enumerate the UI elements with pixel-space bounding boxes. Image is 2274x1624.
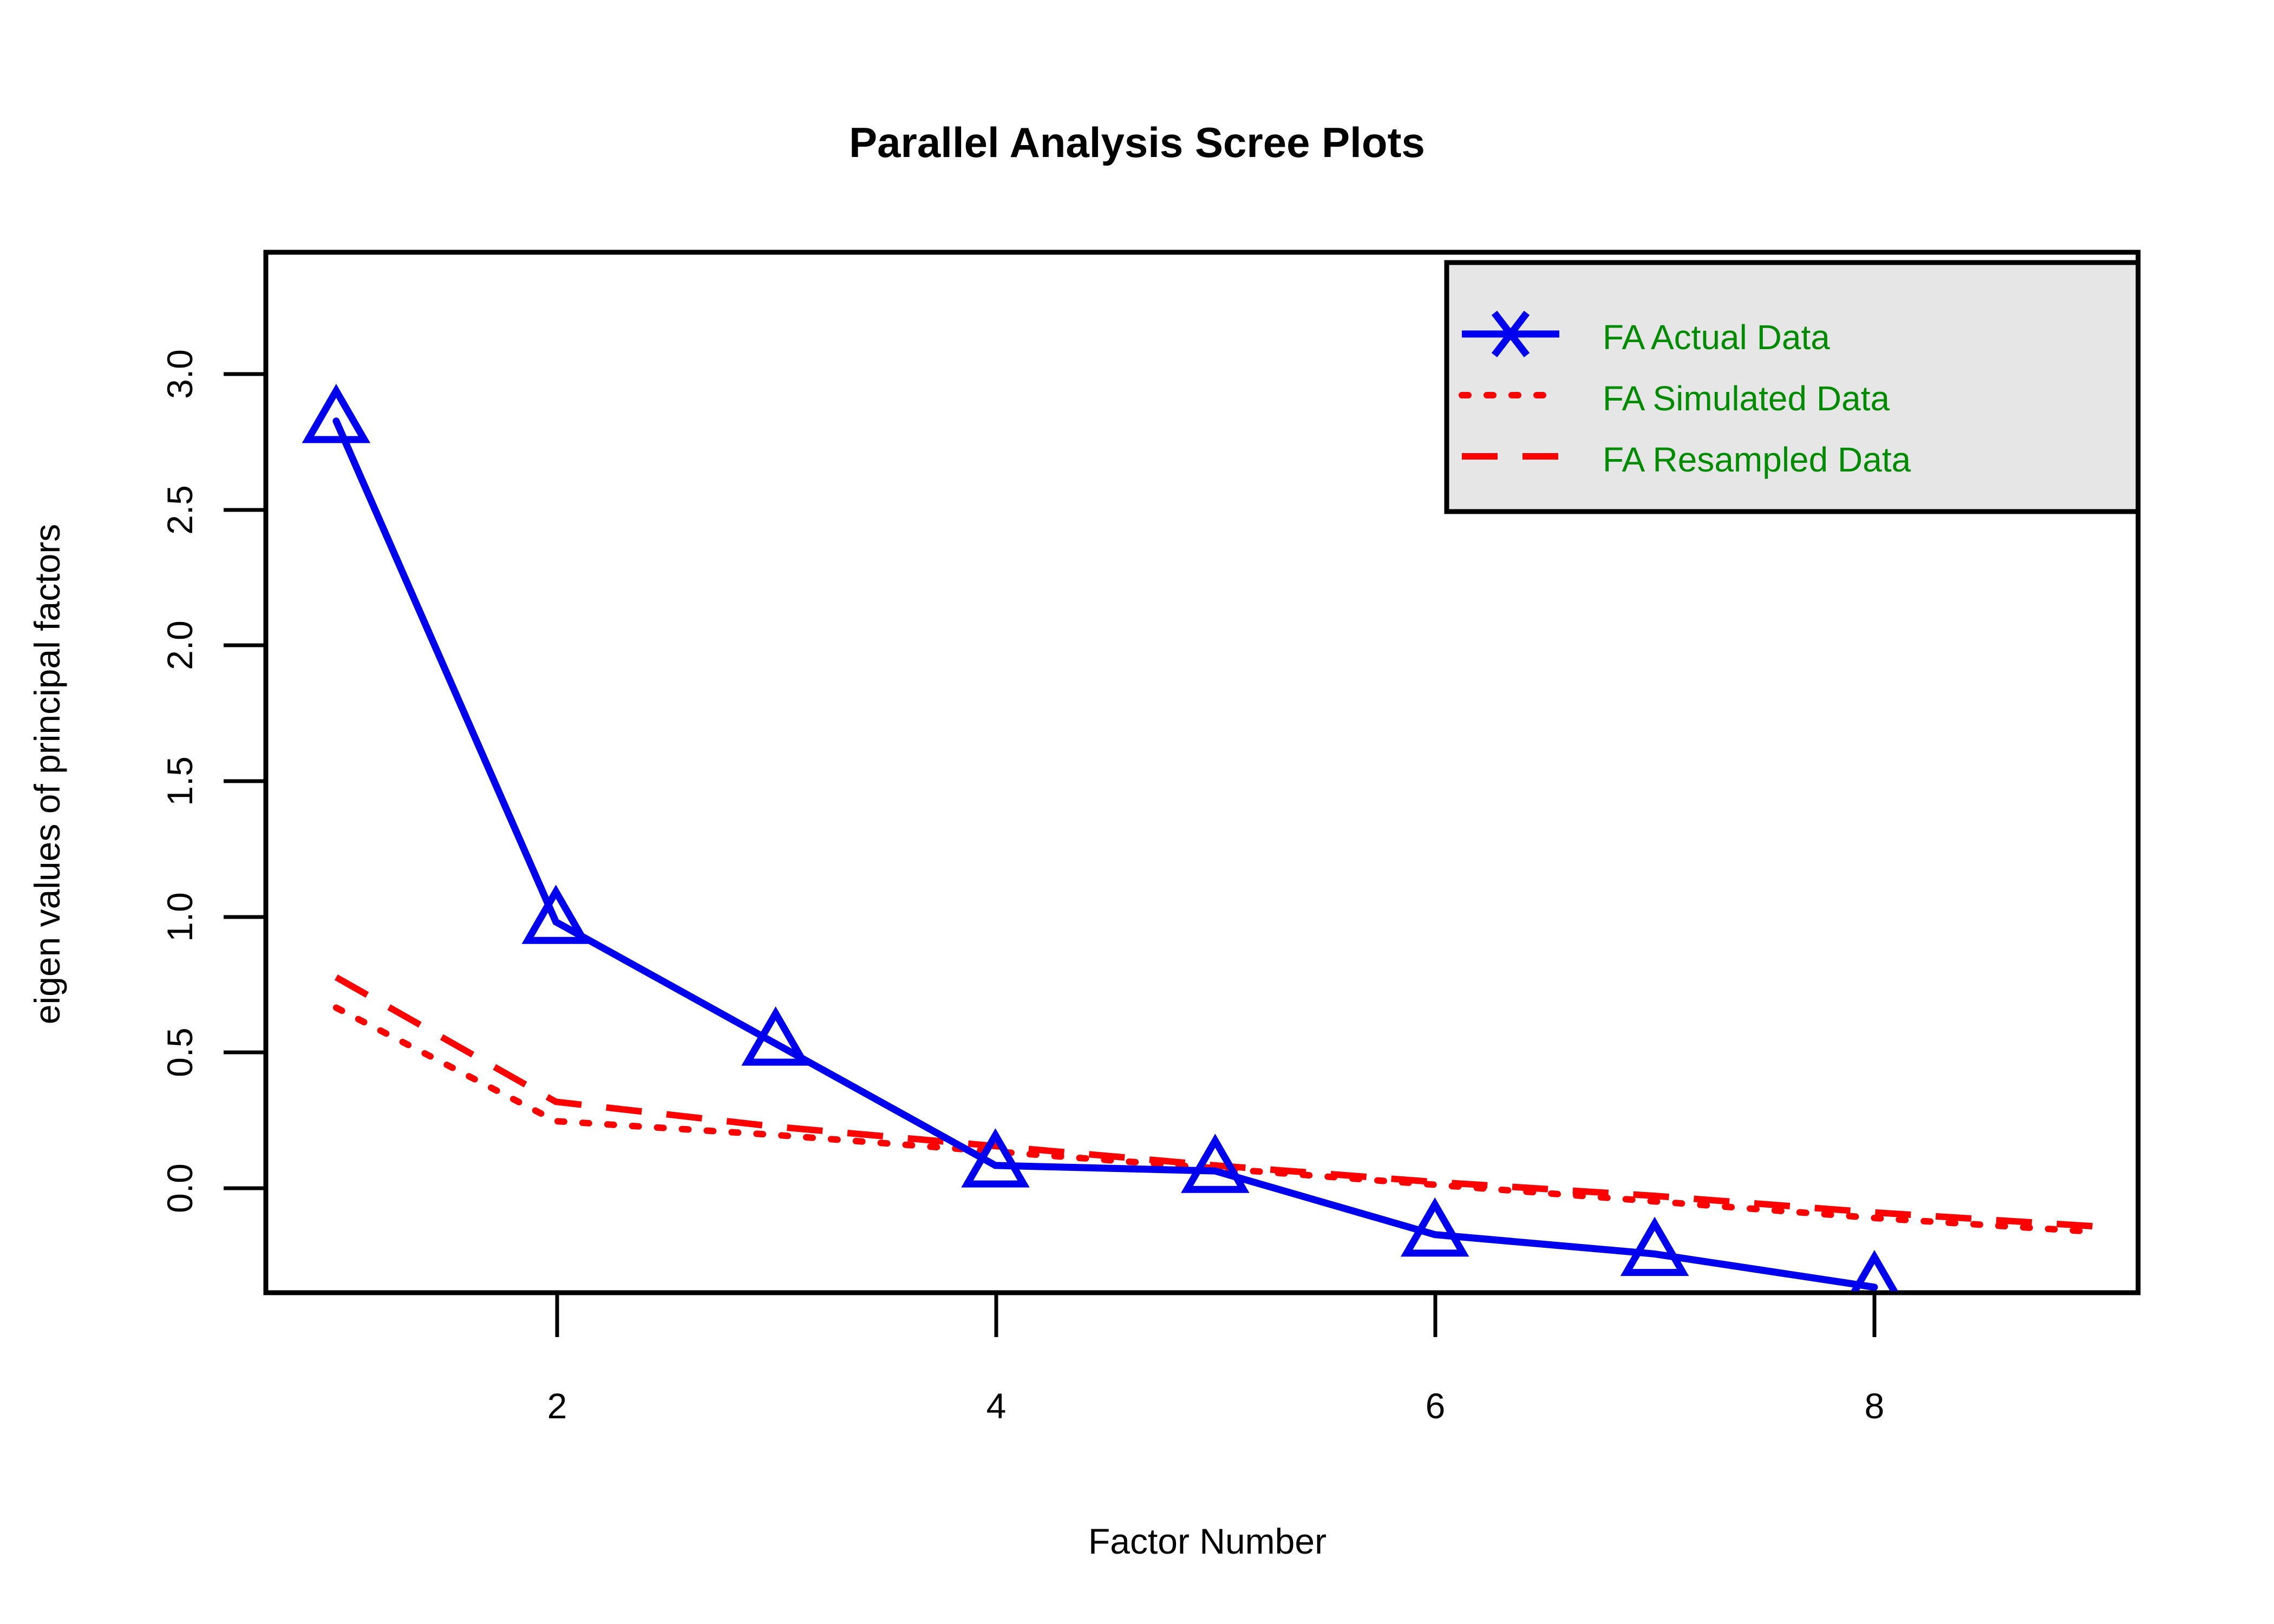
y-tick-label-5: 2.5 [160,485,200,535]
legend-label-resampled: FA Resampled Data [1603,440,1911,479]
y-tick-label-6: 3.0 [160,349,200,399]
y-axis-ticks [224,374,266,1188]
y-tick-label-2: 1.0 [160,892,200,942]
legend-label-simulated: FA Simulated Data [1603,379,1890,418]
x-axis-ticks [557,1293,1874,1337]
x-axis-title: Factor Number [1088,1521,1327,1561]
page-title: Parallel Analysis Scree Plots [849,119,1425,166]
x-tick-label-4: 4 [986,1386,1007,1426]
x-tick-label-8: 8 [1865,1386,1885,1426]
legend-label-actual: FA Actual Data [1603,318,1830,357]
y-tick-label-0: 0.0 [160,1163,200,1213]
series-group [308,391,2094,1306]
y-axis-tick-labels: 0.0 0.5 1.0 1.5 2.0 2.5 3.0 [160,349,200,1213]
plot-canvas: Parallel Analysis Scree Plots 0.0 0.5 1.… [0,0,2274,1624]
data-point-marker [308,391,364,440]
x-tick-label-2: 2 [547,1386,567,1426]
legend: FA Actual Data FA Simulated Data FA Resa… [1447,263,2138,512]
y-axis-title: eigen values of principal factors [27,524,67,1025]
y-tick-label-1: 0.5 [160,1027,200,1077]
scree-plot-figure: Parallel Analysis Scree Plots 0.0 0.5 1.… [0,0,2274,1624]
x-tick-label-6: 6 [1426,1386,1446,1426]
series-line-simulated [336,1008,2094,1232]
data-point-marker [1626,1224,1683,1273]
y-tick-label-4: 2.0 [160,620,200,670]
y-tick-label-3: 1.5 [160,756,200,806]
x-axis-tick-labels: 2 4 6 8 [547,1386,1885,1426]
